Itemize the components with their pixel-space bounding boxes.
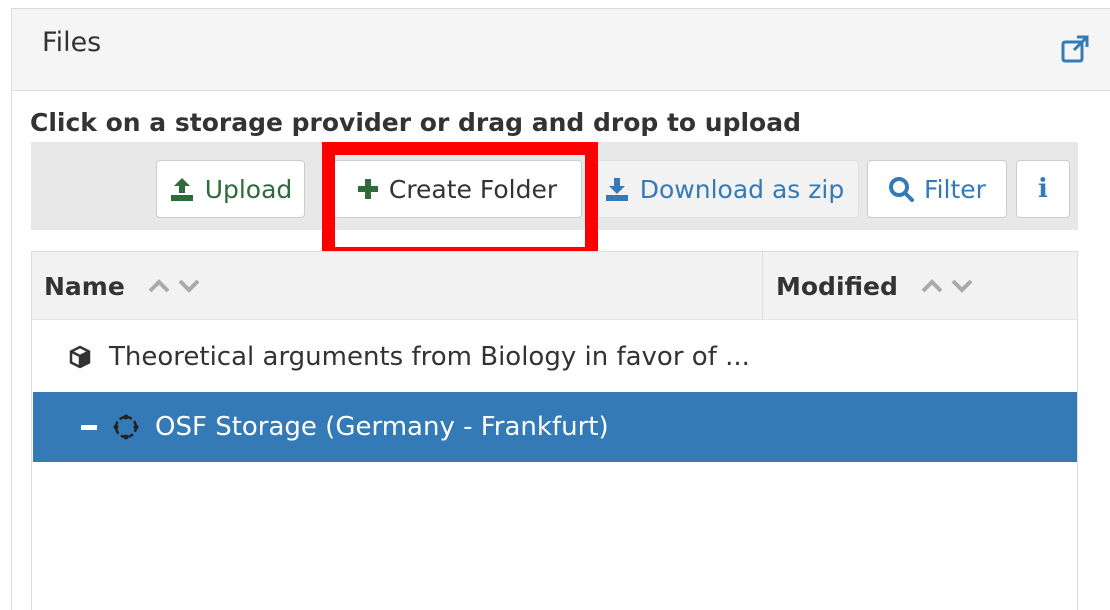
- sort-descending-icon[interactable]: [950, 278, 974, 294]
- plus-icon: [357, 178, 379, 200]
- panel-title: Files: [42, 27, 102, 58]
- sort-ascending-icon[interactable]: [920, 278, 944, 294]
- cube-icon: [69, 345, 91, 369]
- files-toolbar: Upload Create Folder Download as zip Fil…: [31, 142, 1078, 230]
- grid-header: Name Modified: [32, 252, 1077, 320]
- info-button[interactable]: i: [1016, 160, 1070, 218]
- filter-button[interactable]: Filter: [867, 160, 1007, 218]
- create-folder-label: Create Folder: [388, 174, 558, 204]
- column-header-name: Name: [32, 252, 763, 320]
- download-zip-button[interactable]: Download as zip: [589, 160, 859, 218]
- download-zip-label: Download as zip: [639, 174, 845, 204]
- tree-row-osf-storage[interactable]: OSF Storage (Germany - Frankfurt): [33, 392, 1077, 462]
- column-header-modified: Modified: [763, 252, 1079, 320]
- panel-heading: Files: [12, 9, 1110, 91]
- upload-button[interactable]: Upload: [156, 160, 305, 218]
- upload-instruction: Click on a storage provider or drag and …: [30, 108, 801, 137]
- storage-name: OSF Storage (Germany - Frankfurt): [155, 412, 609, 442]
- name-sort-controls: [147, 278, 201, 294]
- sort-ascending-icon[interactable]: [147, 278, 171, 294]
- tree-row-project[interactable]: Theoretical arguments from Biology in fa…: [33, 322, 1077, 392]
- column-name-label: Name: [44, 271, 125, 301]
- sort-descending-icon[interactable]: [177, 278, 201, 294]
- upload-label: Upload: [204, 174, 293, 204]
- modified-sort-controls: [920, 278, 974, 294]
- external-link-icon[interactable]: [1060, 34, 1090, 64]
- download-icon: [604, 176, 630, 202]
- upload-icon: [169, 176, 195, 202]
- filter-label: Filter: [924, 174, 986, 204]
- collapse-toggle-icon[interactable]: [81, 423, 97, 431]
- column-modified-label: Modified: [776, 271, 898, 301]
- storage-provider-icon: [111, 412, 141, 442]
- file-tree-grid: Name Modified Theoretical arguments from…: [31, 251, 1078, 610]
- search-icon: [888, 176, 915, 202]
- project-title: Theoretical arguments from Biology in fa…: [109, 342, 750, 372]
- create-folder-button[interactable]: Create Folder: [332, 160, 582, 218]
- info-icon: i: [1038, 174, 1048, 204]
